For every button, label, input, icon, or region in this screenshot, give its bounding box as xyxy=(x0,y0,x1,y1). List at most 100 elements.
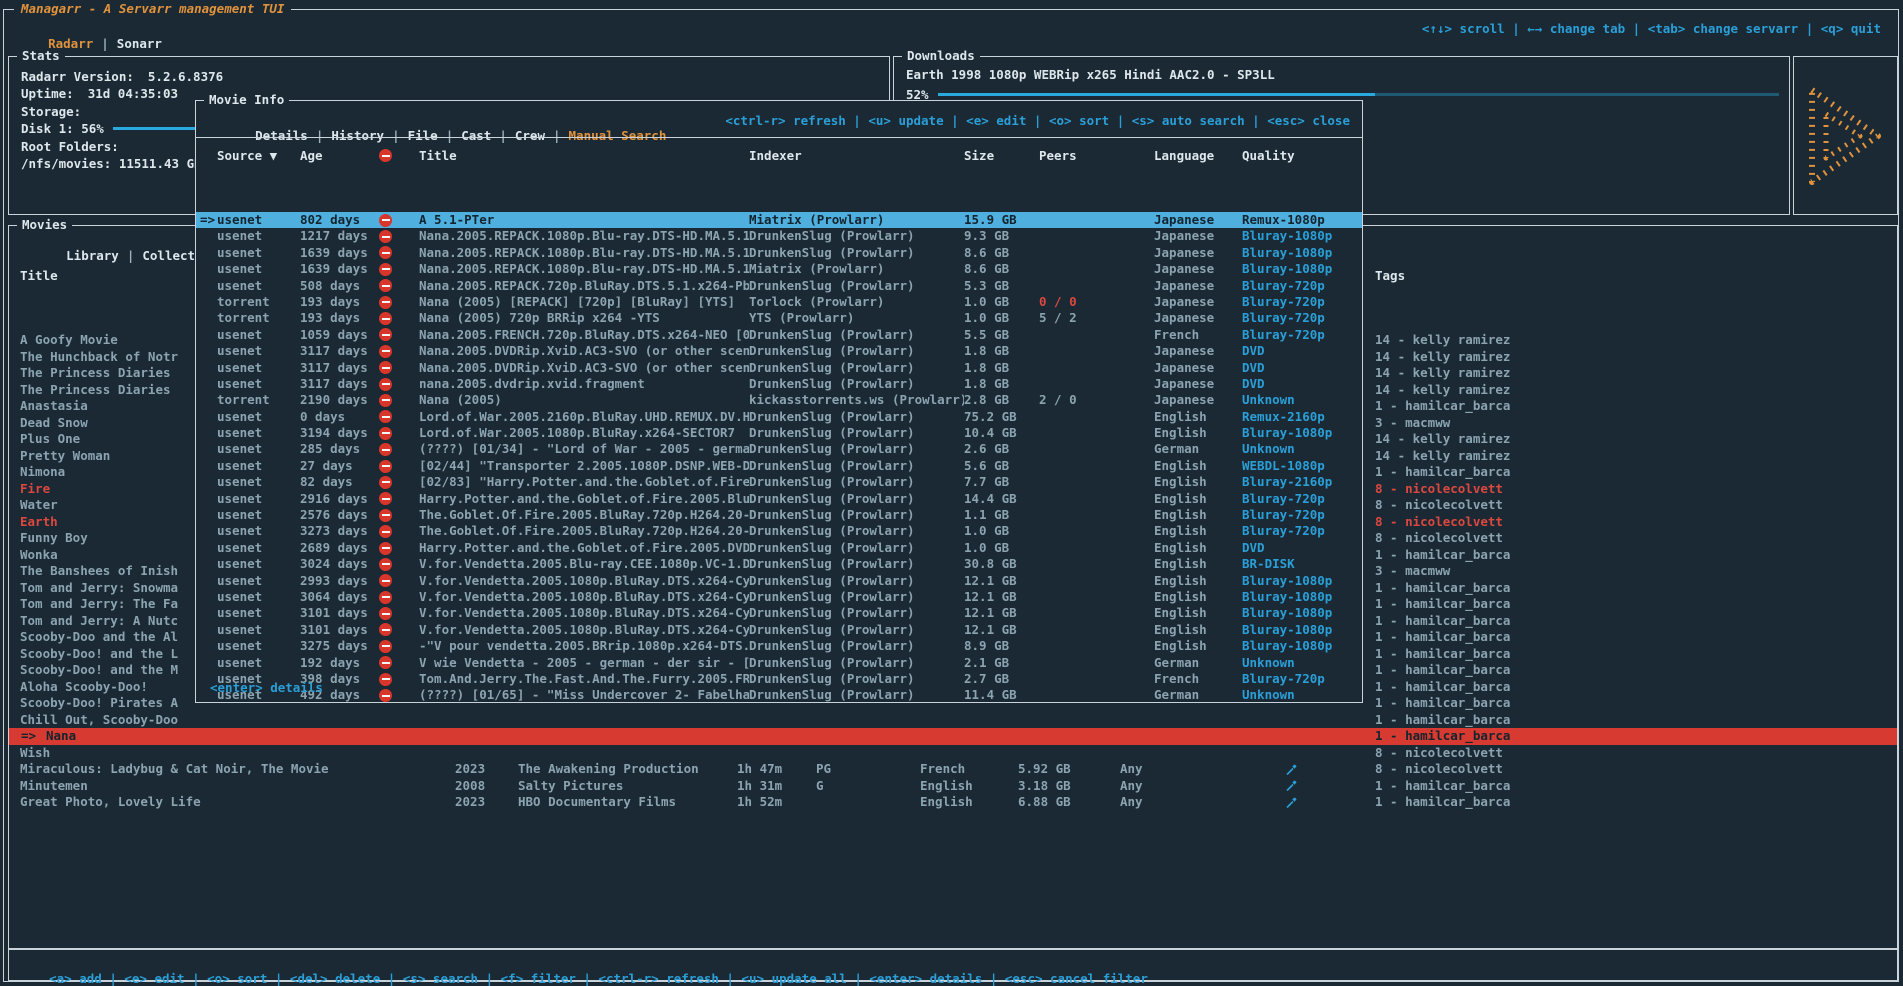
release-row[interactable]: usenet 3101 days V.for.Vendetta.2005.108… xyxy=(196,622,1362,638)
release-rejection-cell xyxy=(379,507,419,523)
release-quality-cell: Unknown xyxy=(1242,655,1362,671)
release-quality-cell: Bluray-1080p xyxy=(1242,425,1362,441)
download-item[interactable]: Earth 1998 1080p WEBRip x265 Hindi AAC2.… xyxy=(906,67,1275,82)
tab-library[interactable]: Library xyxy=(66,248,142,263)
movie-tags-cell: 8 - nicolecolvett xyxy=(1375,481,1897,498)
release-row[interactable]: usenet 2689 days Harry.Potter.and.the.Go… xyxy=(196,540,1362,556)
release-row[interactable]: usenet 3117 days nana.2005.dvdrip.xvid.f… xyxy=(196,376,1362,392)
movie-row[interactable]: Chill Out, Scooby-Doo xyxy=(9,712,1897,729)
release-peers-cell xyxy=(1039,212,1154,228)
release-row[interactable]: usenet 492 days (????) [01/65] - "Miss U… xyxy=(196,687,1362,703)
release-language-cell: English xyxy=(1154,507,1242,523)
release-size-cell: 1.0 GB xyxy=(964,540,1039,556)
tab-file[interactable]: File xyxy=(408,128,462,143)
release-row[interactable]: usenet 3273 days The.Goblet.Of.Fire.2005… xyxy=(196,523,1362,539)
release-age-cell: 285 days xyxy=(300,441,379,457)
tab-cast[interactable]: Cast xyxy=(461,128,515,143)
release-source-cell: torrent xyxy=(217,392,300,408)
release-row[interactable]: usenet 27 days [02/44] "Transporter 2.20… xyxy=(196,458,1362,474)
release-size-cell: 12.1 GB xyxy=(964,622,1039,638)
movie-language-cell: English xyxy=(920,794,1018,811)
movie-row[interactable]: Wish xyxy=(9,745,1897,762)
selection-arrow: => xyxy=(200,212,215,228)
movie-row[interactable]: Great Photo, Lovely Life 2023 HBO Docume… xyxy=(9,794,1897,811)
column-size[interactable]: Size xyxy=(964,147,1039,164)
release-row[interactable]: usenet 192 days V wie Vendetta - 2005 - … xyxy=(196,655,1362,671)
release-title-cell: (????) [01/65] - "Miss Undercover 2- Fab… xyxy=(419,687,749,703)
movie-size-cell xyxy=(1018,745,1120,762)
release-source-cell: usenet xyxy=(217,605,300,621)
release-row[interactable]: torrent 193 days Nana (2005) [REPACK] [7… xyxy=(196,294,1362,310)
release-row[interactable]: usenet 2993 days V.for.Vendetta.2005.108… xyxy=(196,573,1362,589)
release-row[interactable]: usenet 3117 days Nana.2005.DVDRip.XviD.A… xyxy=(196,360,1362,376)
column-indexer[interactable]: Indexer xyxy=(749,147,964,164)
movie-tags-cell: 1 - hamilcar_barca xyxy=(1375,613,1897,630)
tab-manual-search[interactable]: Manual Search xyxy=(569,128,667,143)
release-row[interactable]: usenet 1059 days Nana.2005.FRENCH.720p.B… xyxy=(196,327,1362,343)
release-row[interactable]: usenet 285 days (????) [01/34] - "Lord o… xyxy=(196,441,1362,457)
release-row[interactable]: usenet 3064 days V.for.Vendetta.2005.108… xyxy=(196,589,1362,605)
modal-footer-shortcut: <enter> details xyxy=(210,680,323,695)
release-row[interactable]: usenet 1217 days Nana.2005.REPACK.1080p.… xyxy=(196,228,1362,244)
column-age[interactable]: Age xyxy=(300,147,379,164)
release-row[interactable]: usenet 3101 days V.for.Vendetta.2005.108… xyxy=(196,605,1362,621)
release-source-cell: usenet xyxy=(217,622,300,638)
tab-radarr[interactable]: Radarr xyxy=(48,36,117,51)
release-size-cell: 12.1 GB xyxy=(964,605,1039,621)
tab-crew[interactable]: Crew xyxy=(515,128,569,143)
release-indexer-cell: DrunkenSlug (Prowlarr) xyxy=(749,622,964,638)
release-row[interactable]: usenet 0 days Lord.of.War.2005.2160p.Blu… xyxy=(196,409,1362,425)
tab-details[interactable]: Details xyxy=(255,128,331,143)
release-indexer-cell: DrunkenSlug (Prowlarr) xyxy=(749,343,964,359)
release-row[interactable]: torrent 2190 days Nana (2005) kickasstor… xyxy=(196,392,1362,408)
release-row[interactable]: usenet 1639 days Nana.2005.REPACK.1080p.… xyxy=(196,245,1362,261)
movie-info-modal: Movie Info DetailsHistoryFileCastCrewMan… xyxy=(195,100,1363,703)
release-title-cell: The.Goblet.Of.Fire.2005.BluRay.720p.H264… xyxy=(419,507,749,523)
movie-edit-cell xyxy=(1285,761,1375,778)
release-row[interactable]: usenet 398 days Tom.And.Jerry.The.Fast.A… xyxy=(196,671,1362,687)
column-language[interactable]: Language xyxy=(1154,147,1242,164)
release-quality-cell: WEBDL-1080p xyxy=(1242,458,1362,474)
movie-edit-cell xyxy=(1285,745,1375,762)
release-row[interactable]: usenet 3117 days Nana.2005.DVDRip.XviD.A… xyxy=(196,343,1362,359)
no-entry-icon xyxy=(379,312,392,325)
release-row[interactable]: usenet 82 days [02/83] "Harry.Potter.and… xyxy=(196,474,1362,490)
release-quality-cell: Unknown xyxy=(1242,441,1362,457)
release-quality-cell: Bluray-2160p xyxy=(1242,474,1362,490)
release-row[interactable]: usenet 802 days A 5.1-PTer Miatrix (Prow… xyxy=(196,212,1362,228)
release-row[interactable]: torrent 193 days Nana (2005) 720p BRRip … xyxy=(196,310,1362,326)
release-language-cell: Japanese xyxy=(1154,278,1242,294)
tab-history[interactable]: History xyxy=(331,128,407,143)
release-size-cell: 14.4 GB xyxy=(964,491,1039,507)
release-row[interactable]: usenet 3194 days Lord.of.War.2005.1080p.… xyxy=(196,425,1362,441)
movie-row[interactable]: Nana xyxy=(9,728,1897,745)
tab-sonarr[interactable]: Sonarr xyxy=(117,36,162,51)
no-entry-icon xyxy=(379,574,392,587)
release-rejection-cell xyxy=(379,491,419,507)
movie-row[interactable]: Miraculous: Ladybug & Cat Noir, The Movi… xyxy=(9,761,1897,778)
column-quality[interactable]: Quality xyxy=(1242,147,1362,164)
release-row[interactable]: usenet 1639 days Nana.2005.REPACK.1080p.… xyxy=(196,261,1362,277)
movie-row[interactable]: Minutemen 2008 Salty Pictures 1h 31m G E… xyxy=(9,778,1897,795)
release-row[interactable]: usenet 3024 days V.for.Vendetta.2005.Blu… xyxy=(196,556,1362,572)
release-row[interactable]: usenet 508 days Nana.2005.REPACK.720p.Bl… xyxy=(196,278,1362,294)
release-size-cell: 15.9 GB xyxy=(964,212,1039,228)
release-language-cell: German xyxy=(1154,441,1242,457)
movie-title-cell: Miraculous: Ladybug & Cat Noir, The Movi… xyxy=(9,761,455,778)
release-quality-cell: DVD xyxy=(1242,343,1362,359)
release-peers-cell xyxy=(1039,589,1154,605)
release-row[interactable]: usenet 2916 days Harry.Potter.and.the.Go… xyxy=(196,491,1362,507)
movie-tags-cell: 14 - kelly ramirez xyxy=(1375,382,1897,399)
release-indexer-cell: DrunkenSlug (Prowlarr) xyxy=(749,474,964,490)
movie-studio-cell xyxy=(518,712,737,729)
release-language-cell: Japanese xyxy=(1154,212,1242,228)
release-row[interactable]: usenet 3275 days -"V pour vendetta.2005.… xyxy=(196,638,1362,654)
column-source[interactable]: Source ▼ xyxy=(217,147,300,164)
release-row[interactable]: usenet 2576 days The.Goblet.Of.Fire.2005… xyxy=(196,507,1362,523)
release-title-cell: Nana (2005) [REPACK] [720p] [BluRay] [YT… xyxy=(419,294,749,310)
column-peers[interactable]: Peers xyxy=(1039,147,1154,164)
release-source-cell: usenet xyxy=(217,343,300,359)
no-entry-icon xyxy=(379,345,392,358)
column-release-title[interactable]: Title xyxy=(419,147,749,164)
release-title-cell: Nana.2005.DVDRip.XviD.AC3-SVO (or other … xyxy=(419,343,749,359)
